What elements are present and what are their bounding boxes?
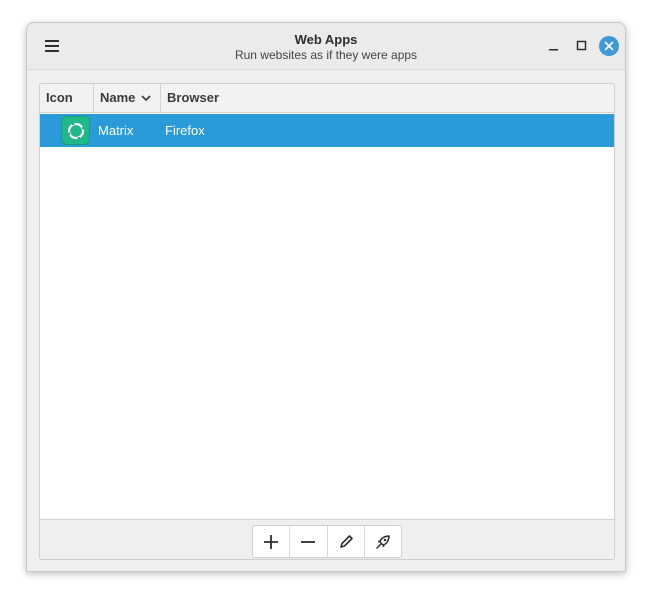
column-header-browser[interactable]: Browser [161, 84, 614, 112]
window-title: Web Apps [294, 32, 358, 47]
minus-icon [301, 540, 316, 543]
column-header-icon[interactable]: Icon [40, 84, 94, 112]
edit-button[interactable] [328, 526, 365, 557]
title-block: Web Apps Run websites as if they were ap… [27, 32, 625, 62]
menu-button[interactable] [41, 36, 63, 56]
table-header: Icon Name Browser [40, 84, 614, 113]
maximize-icon [576, 40, 587, 51]
cell-browser: Firefox [165, 123, 205, 138]
launch-button[interactable] [365, 526, 401, 557]
remove-button[interactable] [290, 526, 328, 557]
cell-name: Matrix [98, 123, 134, 138]
rocket-icon [376, 534, 390, 549]
hamburger-menu-icon [45, 40, 59, 52]
web-apps-window: Web Apps Run websites as if they were ap… [26, 22, 626, 572]
element-logo-icon [66, 121, 85, 140]
window-subtitle: Run websites as if they were apps [234, 48, 418, 62]
table-row[interactable]: Matrix Firefox [40, 114, 614, 147]
minimize-icon [549, 49, 558, 51]
plus-icon [264, 534, 279, 549]
close-button[interactable] [599, 36, 619, 56]
add-button[interactable] [253, 526, 291, 557]
close-icon [604, 41, 614, 51]
titlebar: Web Apps Run websites as if they were ap… [27, 23, 625, 70]
maximize-button[interactable] [572, 36, 592, 56]
column-header-name[interactable]: Name [94, 84, 161, 112]
column-header-name-label: Name [100, 90, 136, 105]
chevron-down-icon [141, 95, 151, 102]
bottom-toolbar [40, 519, 614, 559]
toolbar-button-group [252, 525, 402, 558]
minimize-button[interactable] [544, 36, 564, 56]
web-apps-list: Icon Name Browser Matrix Firefox [39, 83, 615, 560]
matrix-element-icon [61, 116, 90, 145]
pencil-icon [339, 534, 353, 548]
